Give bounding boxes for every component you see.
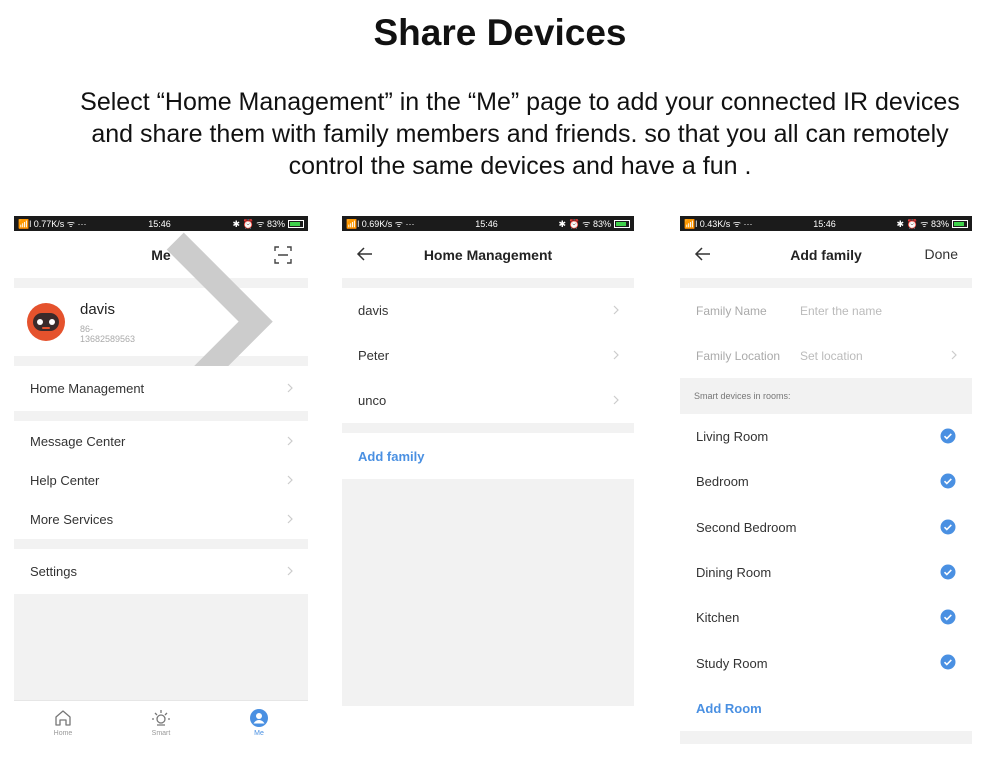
- room-item[interactable]: Kitchen: [680, 595, 972, 641]
- chevron-right-icon: [287, 475, 293, 485]
- check-icon[interactable]: [940, 473, 956, 489]
- room-name: Living Room: [696, 429, 769, 445]
- avatar: [26, 302, 66, 342]
- family-location-field[interactable]: Family Location Set location: [680, 333, 972, 378]
- status-time: 15:46: [475, 218, 498, 229]
- nav-bar: Home Management: [342, 231, 634, 278]
- tab-label: Me: [254, 730, 264, 737]
- menu-item-label: Help Center: [30, 473, 100, 488]
- robot-avatar-icon: [27, 303, 65, 341]
- check-icon[interactable]: [940, 564, 956, 580]
- status-right: ✱ ⏰ ᯤ 83%: [559, 217, 630, 230]
- status-time: 15:46: [813, 218, 836, 229]
- add-family-button[interactable]: Add family: [342, 433, 634, 479]
- back-arrow-icon[interactable]: [356, 244, 374, 264]
- check-icon[interactable]: [940, 654, 956, 670]
- family-item[interactable]: unco: [342, 378, 634, 423]
- menu-item-label: Settings: [30, 564, 77, 579]
- chevron-right-icon: [613, 350, 619, 360]
- status-indicators: ✱ ⏰ ᯤ 83%: [896, 219, 949, 229]
- room-item[interactable]: Study Room: [680, 640, 972, 686]
- done-button[interactable]: Done: [925, 246, 958, 262]
- menu-item-label: Message Center: [30, 433, 126, 449]
- family-name: Peter: [358, 348, 390, 363]
- status-network: 📶l 0.43K/s ᯤ ···: [684, 219, 753, 229]
- family-item[interactable]: davis: [342, 288, 634, 333]
- menu-item-more-services[interactable]: More Services: [14, 500, 308, 539]
- menu-item-label: More Services: [30, 512, 114, 527]
- page-heading: Share Devices: [373, 12, 627, 53]
- family-name-input[interactable]: Enter the name: [800, 304, 882, 318]
- family-name: unco: [358, 393, 387, 408]
- room-item[interactable]: Dining Room: [680, 549, 972, 596]
- check-icon[interactable]: [940, 428, 956, 444]
- rooms-section-label: Smart devices in rooms:: [680, 378, 972, 414]
- phone-add-family-screen: 📶l 0.43K/s ᯤ ··· 15:46 ✱ ⏰ ᯤ 83% Add fam…: [680, 216, 972, 744]
- tab-bar: Home Smart Me: [14, 700, 308, 744]
- person-icon: [250, 709, 268, 727]
- page-title: Add family: [790, 246, 862, 263]
- status-indicators: ✱ ⏰ ᯤ 83%: [558, 219, 611, 229]
- room-name: Bedroom: [696, 474, 749, 490]
- description-line: control the same devices and have a fun …: [288, 152, 752, 180]
- tab-label: Home: [53, 730, 73, 737]
- description-line: Select “Home Management” in the “Me” pag…: [80, 88, 960, 116]
- room-name: Kitchen: [696, 610, 740, 626]
- room-item[interactable]: Living Room: [680, 414, 972, 460]
- field-label: Family Name: [696, 303, 767, 318]
- back-arrow-icon[interactable]: [694, 244, 712, 264]
- family-item[interactable]: Peter: [342, 333, 634, 378]
- chevron-right-icon: [613, 395, 619, 405]
- menu-item-message-center[interactable]: Message Center: [14, 421, 308, 461]
- room-name: Second Bedroom: [696, 519, 797, 535]
- chevron-right-icon: [287, 514, 293, 524]
- page-title: Home Management: [423, 246, 553, 263]
- add-room-button[interactable]: Add Room: [680, 685, 972, 732]
- tab-home[interactable]: Home: [14, 701, 112, 744]
- page-description: Select “Home Management” in the “Me” pag…: [40, 86, 1000, 182]
- status-network: 📶l 0.77K/s ᯤ ···: [18, 219, 87, 229]
- menu-item-help-center[interactable]: Help Center: [14, 461, 308, 500]
- description-line: and share them with family members and f…: [91, 120, 949, 148]
- menu-item-settings[interactable]: Settings: [14, 549, 308, 594]
- add-room-label: Add Room: [696, 700, 762, 716]
- chevron-right-icon: [287, 566, 293, 576]
- nav-bar: Add family Done: [680, 231, 972, 278]
- profile-card[interactable]: davis 86-13682589563: [14, 233, 308, 412]
- family-name: davis: [358, 303, 389, 318]
- phone-home-management-screen: 📶l 0.69K/s ᯤ ··· 15:46 ✱ ⏰ ᯤ 83% Home Ma…: [342, 216, 634, 706]
- phone-me-screen: 📶l 0.77K/s ᯤ ··· 15:46 ✱ ⏰ ᯤ 83% Me davi…: [14, 216, 308, 744]
- chevron-right-icon: [613, 305, 619, 315]
- room-name: Dining Room: [696, 565, 772, 581]
- battery-icon: [613, 219, 630, 228]
- check-icon[interactable]: [940, 609, 956, 625]
- home-icon: [55, 710, 71, 726]
- status-bar: 📶l 0.43K/s ᯤ ··· 15:46 ✱ ⏰ ᯤ 83%: [680, 216, 972, 231]
- family-location-value: Set location: [800, 348, 863, 363]
- family-name-field[interactable]: Family Name Enter the name: [680, 288, 972, 333]
- profile-phone: 86-13682589563: [80, 323, 136, 344]
- status-bar: 📶l 0.69K/s ᯤ ··· 15:46 ✱ ⏰ ᯤ 83%: [342, 216, 634, 231]
- tab-smart[interactable]: Smart: [112, 701, 210, 744]
- room-name: Study Room: [696, 655, 768, 671]
- field-label: Family Location: [696, 348, 781, 363]
- profile-name: davis: [80, 300, 116, 318]
- add-family-label: Add family: [358, 448, 425, 464]
- room-item[interactable]: Bedroom: [680, 459, 972, 505]
- check-icon[interactable]: [940, 519, 956, 535]
- status-network: 📶l 0.69K/s ᯤ ···: [346, 219, 415, 229]
- chevron-right-icon: [287, 383, 293, 393]
- status-right: ✱ ⏰ ᯤ 83%: [897, 217, 968, 230]
- room-item[interactable]: Second Bedroom: [680, 504, 972, 550]
- tab-label: Smart: [151, 730, 171, 737]
- tab-me[interactable]: Me: [210, 701, 308, 744]
- battery-icon: [951, 219, 968, 228]
- chevron-right-icon: [951, 350, 957, 360]
- menu-item-label: Home Management: [30, 381, 145, 396]
- chevron-right-icon: [287, 436, 293, 446]
- sun-icon: [152, 710, 170, 726]
- menu-item-home-management[interactable]: Home Management: [14, 366, 308, 411]
